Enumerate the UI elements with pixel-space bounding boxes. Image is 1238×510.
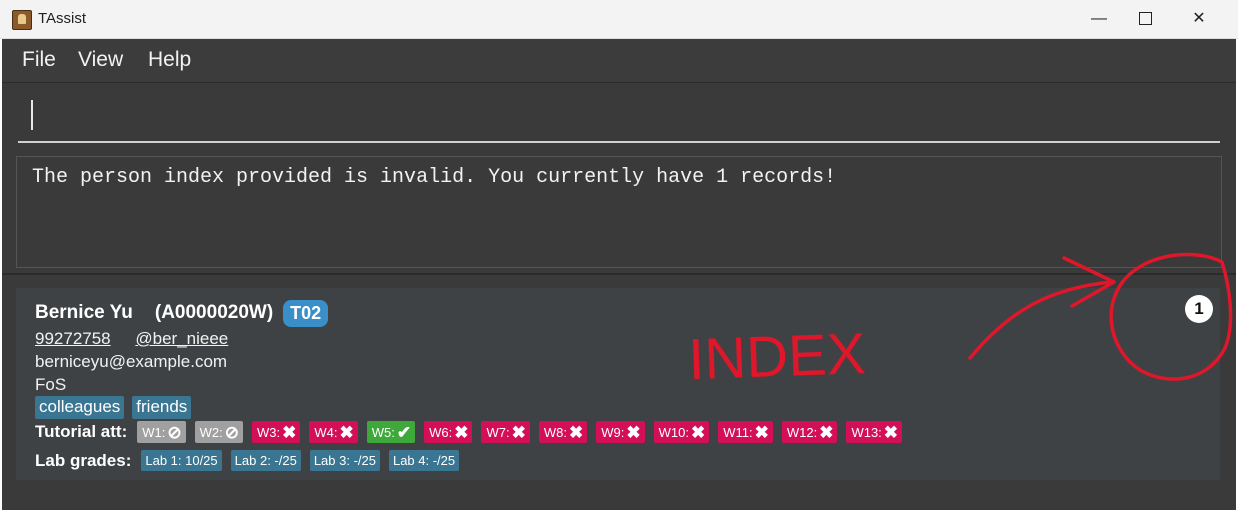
cross-icon: ✖ <box>754 422 769 442</box>
attendance-week-label: W5: <box>371 425 395 440</box>
check-icon: ✔ <box>396 422 412 442</box>
cross-icon: ✖ <box>819 422 834 442</box>
attendance-week-label: W6: <box>429 425 453 440</box>
faculty-text: FoS <box>35 375 67 394</box>
lab-grade-2: Lab 2: -/25 <box>230 450 301 471</box>
divider <box>2 273 1236 275</box>
result-display: The person index provided is invalid. Yo… <box>16 156 1222 268</box>
attendance-week-10: W10: ✖ <box>653 421 710 443</box>
tag-colleagues: colleagues <box>35 396 125 419</box>
attendance-week-label: W1: <box>142 425 166 440</box>
not-applicable-icon: ⊘ <box>224 422 239 442</box>
tag-friends: friends <box>132 396 192 419</box>
attendance-week-label: W9: <box>601 425 625 440</box>
attendance-week-label: W12: <box>786 425 818 440</box>
person-card[interactable]: Bernice Yu (A0000020W) T02 1 99272758 @b… <box>16 288 1220 480</box>
cross-icon: ✖ <box>568 422 584 442</box>
attendance-week-4: W4: ✖ <box>309 421 358 443</box>
cross-icon: ✖ <box>690 422 706 442</box>
menu-file[interactable]: File <box>22 48 56 72</box>
student-id: (A0000020W) <box>154 302 274 323</box>
email-text: berniceyu@example.com <box>35 352 228 371</box>
attendance-week-9: W9: ✖ <box>596 421 645 443</box>
tutorial-badge: T02 <box>283 299 329 327</box>
attendance-week-11: W11: ✖ <box>718 421 773 443</box>
attendance-week-5: W5: ✔ <box>366 421 416 443</box>
minimize-button[interactable]: — <box>1076 0 1122 38</box>
lab-grades-row: Lab grades: Lab 1: 10/25 Lab 2: -/25 Lab… <box>35 450 468 471</box>
attendance-week-6: W6: ✖ <box>424 421 473 443</box>
text-cursor <box>31 100 33 130</box>
attendance-week-label: W8: <box>543 425 567 440</box>
cross-icon: ✖ <box>454 422 469 442</box>
lab-grade-1: Lab 1: 10/25 <box>141 450 222 471</box>
maximize-button[interactable] <box>1122 0 1168 38</box>
attendance-week-label: W2: <box>199 425 223 440</box>
lab-grades-label: Lab grades: <box>35 450 132 470</box>
attendance-row: Tutorial att: W1: ⊘ W2: ⊘ W3: ✖ W4: ✖ W5: ✔ W6: ✖ W7… <box>35 421 911 443</box>
menu-bar: File View Help <box>2 39 1236 83</box>
attendance-week-2: W2: ⊘ <box>194 421 243 443</box>
maximize-icon <box>1138 12 1152 26</box>
cross-icon: ✖ <box>282 422 297 442</box>
attendance-week-label: W10: <box>658 425 689 440</box>
attendance-week-label: W13: <box>851 425 882 440</box>
cross-icon: ✖ <box>626 422 641 442</box>
close-button[interactable]: ✕ <box>1176 0 1222 38</box>
menu-help[interactable]: Help <box>148 48 191 72</box>
phone-link[interactable]: 99272758 <box>35 329 111 348</box>
command-input[interactable] <box>18 89 1220 143</box>
window-title: TAssist <box>38 10 87 27</box>
cross-icon: ✖ <box>339 422 354 442</box>
lab-grade-4: Lab 4: -/25 <box>388 450 460 471</box>
app-icon <box>12 10 32 30</box>
attendance-week-7: W7: ✖ <box>481 421 530 443</box>
app-window: File View Help The person index provided… <box>2 39 1236 510</box>
attendance-week-12: W12: ✖ <box>781 421 838 443</box>
attendance-week-1: W1: ⊘ <box>137 421 186 443</box>
menu-view[interactable]: View <box>78 48 123 72</box>
attendance-week-8: W8: ✖ <box>538 421 588 443</box>
result-message: The person index provided is invalid. Yo… <box>32 166 837 189</box>
index-badge: 1 <box>1185 295 1213 323</box>
attendance-week-label: W11: <box>723 425 753 440</box>
attendance-label: Tutorial att: <box>35 422 128 441</box>
contact-row: 99272758 @ber_nieee <box>35 329 228 349</box>
attendance-week-label: W3: <box>256 425 281 440</box>
cross-icon: ✖ <box>511 422 526 442</box>
attendance-week-label: W7: <box>486 425 510 440</box>
attendance-week-3: W3: ✖ <box>251 421 301 443</box>
lab-grade-3: Lab 3: -/25 <box>309 450 380 471</box>
title-bar: TAssist — ✕ <box>0 0 1238 39</box>
attendance-list: W1: ⊘ W2: ⊘ W3: ✖ W4: ✖ W5: ✔ W6: ✖ W7: ✖ W8: ✖ W9: ✖ W10:… <box>137 421 911 443</box>
telegram-link[interactable]: @ber_nieee <box>135 329 228 348</box>
cross-icon: ✖ <box>883 422 899 442</box>
person-name: Bernice Yu <box>35 302 133 323</box>
name-row: Bernice Yu (A0000020W) T02 <box>35 298 329 328</box>
attendance-week-label: W4: <box>314 425 338 440</box>
tag-list: colleagues friends <box>35 396 192 419</box>
attendance-week-13: W13: ✖ <box>846 421 903 443</box>
not-applicable-icon: ⊘ <box>167 422 182 442</box>
